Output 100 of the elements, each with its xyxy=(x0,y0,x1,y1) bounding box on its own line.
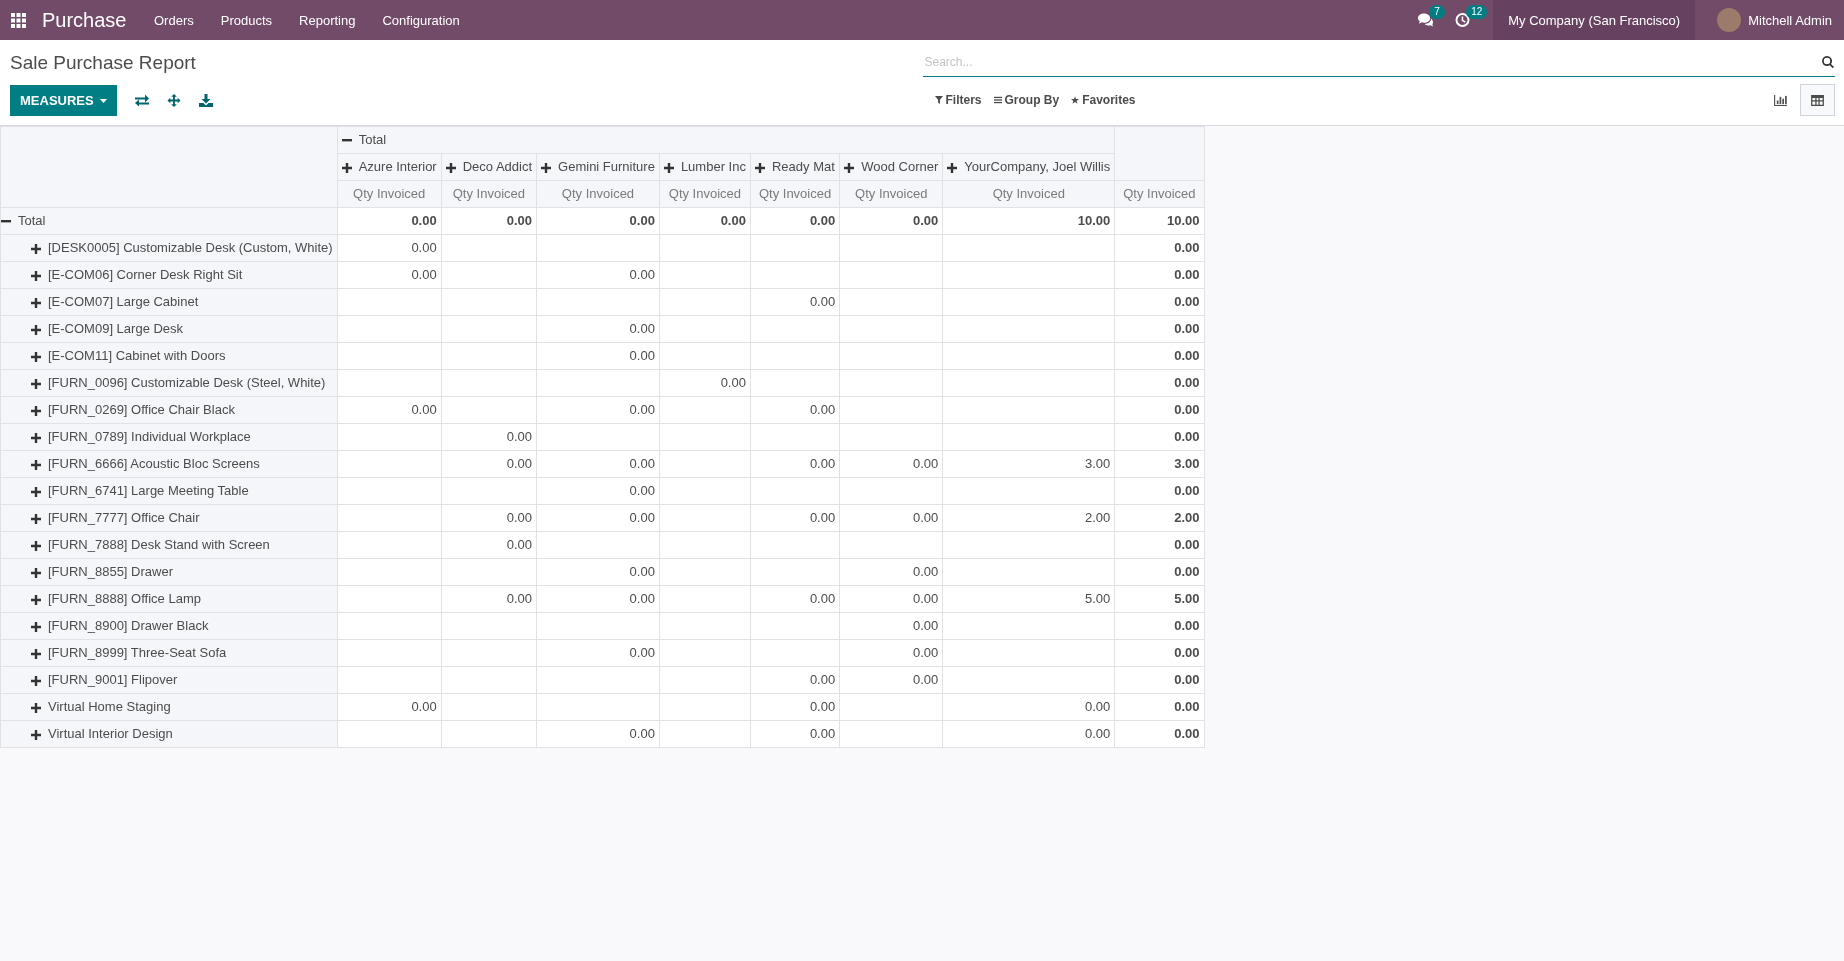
row-header[interactable]: [FURN_7888] Desk Stand with Screen xyxy=(0,531,338,559)
row-header[interactable]: [E-COM07] Large Cabinet xyxy=(0,288,338,316)
clock-icon[interactable] xyxy=(1455,13,1471,27)
column-header[interactable]: Wood Corner xyxy=(839,153,943,181)
table-cell: 0.00 xyxy=(337,693,442,721)
total-cell: 0.00 xyxy=(1114,693,1204,721)
message-count-badge: 7 xyxy=(1429,5,1445,19)
user-name[interactable]: Mitchell Admin xyxy=(1748,12,1832,28)
total-cell: 0.00 xyxy=(1114,369,1204,397)
menu-item[interactable]: Orders xyxy=(140,0,208,40)
table-cell: 0.00 xyxy=(337,207,442,235)
table-cell: 0.00 xyxy=(536,207,660,235)
row-header[interactable]: [FURN_8900] Drawer Black xyxy=(0,612,338,640)
row-header[interactable]: [E-COM11] Cabinet with Doors xyxy=(0,342,338,370)
row-header[interactable]: Virtual Home Staging xyxy=(0,693,338,721)
total-cell: 0.00 xyxy=(1114,315,1204,343)
search-icon[interactable] xyxy=(1822,56,1834,68)
total-cell: 10.00 xyxy=(1114,207,1204,235)
table-cell: 0.00 xyxy=(750,720,840,748)
table-cell: 0.00 xyxy=(536,477,660,505)
measure-header[interactable]: Qty Invoiced xyxy=(659,180,751,208)
pivot-view-button[interactable] xyxy=(1800,84,1835,116)
menu-item[interactable]: Reporting xyxy=(285,0,369,40)
measure-header[interactable]: Qty Invoiced xyxy=(337,180,442,208)
row-header[interactable]: [E-COM06] Corner Desk Right Sit xyxy=(0,261,338,289)
row-header[interactable]: [FURN_9001] Flipover xyxy=(0,666,338,694)
column-header[interactable]: Ready Mat xyxy=(750,153,840,181)
table-cell: 0.00 xyxy=(536,315,660,343)
company-switcher[interactable]: My Company (San Francisco) xyxy=(1493,0,1696,40)
measure-header[interactable]: Qty Invoiced xyxy=(441,180,537,208)
favorites-button[interactable]: Favorites xyxy=(1065,93,1142,107)
row-header[interactable]: [FURN_0269] Office Chair Black xyxy=(0,396,338,424)
table-cell: 0.00 xyxy=(750,450,840,478)
row-header[interactable]: [DESK0005] Customizable Desk (Custom, White) xyxy=(0,234,338,262)
app-name[interactable]: Purchase xyxy=(42,8,127,32)
table-cell: 0.00 xyxy=(441,207,537,235)
page-title: Sale Purchase Report xyxy=(10,52,196,73)
total-row-header[interactable]: Total xyxy=(0,207,338,235)
row-header[interactable]: [FURN_0096] Customizable Desk (Steel, White) xyxy=(0,369,338,397)
table-cell: 0.00 xyxy=(942,693,1115,721)
table-cell: 0.00 xyxy=(337,261,442,289)
measure-header[interactable]: Qty Invoiced xyxy=(1114,180,1204,208)
total-cell: 5.00 xyxy=(1114,585,1204,613)
measure-header[interactable]: Qty Invoiced xyxy=(750,180,840,208)
column-group-header[interactable]: Total xyxy=(337,126,1115,154)
table-cell: 0.00 xyxy=(337,396,442,424)
swap-arrows-icon[interactable] xyxy=(134,94,149,107)
search-field[interactable]: Search... xyxy=(922,51,1822,73)
column-header[interactable]: YourCompany, Joel Willis xyxy=(942,153,1115,181)
table-cell: 0.00 xyxy=(536,639,660,667)
activity-count-badge: 12 xyxy=(1466,5,1488,19)
total-cell: 0.00 xyxy=(1114,720,1204,748)
four-way-arrows-icon[interactable] xyxy=(166,94,181,107)
table-cell: 10.00 xyxy=(942,207,1115,235)
table-cell: 0.00 xyxy=(942,720,1115,748)
download-icon[interactable] xyxy=(198,94,213,107)
measure-header[interactable]: Qty Invoiced xyxy=(536,180,660,208)
column-header[interactable]: Lumber Inc xyxy=(659,153,751,181)
table-cell: 0.00 xyxy=(839,207,943,235)
row-header[interactable]: [FURN_7777] Office Chair xyxy=(0,504,338,532)
total-cell: 0.00 xyxy=(1114,612,1204,640)
column-header[interactable]: Gemini Furniture xyxy=(536,153,660,181)
table-cell: 0.00 xyxy=(839,558,943,586)
table-cell: 0.00 xyxy=(441,585,537,613)
table-cell: 0.00 xyxy=(536,504,660,532)
row-header[interactable]: [FURN_8888] Office Lamp xyxy=(0,585,338,613)
table-cell: 0.00 xyxy=(659,207,751,235)
column-header[interactable]: Azure Interior xyxy=(337,153,442,181)
table-cell: 0.00 xyxy=(750,666,840,694)
table-cell: 0.00 xyxy=(536,261,660,289)
table-cell: 0.00 xyxy=(839,504,943,532)
table-cell: 0.00 xyxy=(839,666,943,694)
total-cell: 3.00 xyxy=(1114,450,1204,478)
row-header[interactable]: [FURN_6666] Acoustic Bloc Screens xyxy=(0,450,338,478)
row-header[interactable]: [FURN_6741] Large Meeting Table xyxy=(0,477,338,505)
group-by-button[interactable]: Group By xyxy=(987,93,1066,107)
table-cell: 0.00 xyxy=(750,207,840,235)
column-header[interactable]: Deco Addict xyxy=(441,153,537,181)
list-icon xyxy=(993,96,1002,104)
table-icon xyxy=(1811,94,1824,106)
row-header[interactable]: [E-COM09] Large Desk xyxy=(0,315,338,343)
funnel-icon xyxy=(934,96,943,104)
total-cell: 0.00 xyxy=(1114,666,1204,694)
total-cell: 0.00 xyxy=(1114,261,1204,289)
row-header[interactable]: Virtual Interior Design xyxy=(0,720,338,748)
measure-header[interactable]: Qty Invoiced xyxy=(839,180,943,208)
table-cell: 0.00 xyxy=(839,639,943,667)
row-header[interactable]: [FURN_8855] Drawer xyxy=(0,558,338,586)
bar-chart-icon xyxy=(1774,94,1787,106)
row-header[interactable]: [FURN_0789] Individual Workplace xyxy=(0,423,338,451)
table-cell: 0.00 xyxy=(659,369,751,397)
row-header[interactable]: [FURN_8999] Three-Seat Sofa xyxy=(0,639,338,667)
apps-grid-icon[interactable] xyxy=(11,12,26,28)
menu-item[interactable]: Products xyxy=(207,0,286,40)
measure-header[interactable]: Qty Invoiced xyxy=(942,180,1115,208)
measures-button[interactable]: MEASURES xyxy=(10,85,117,116)
table-cell: 0.00 xyxy=(536,720,660,748)
menu-item[interactable]: Configuration xyxy=(368,0,474,40)
filters-button[interactable]: Filters xyxy=(928,93,988,107)
chat-icon[interactable] xyxy=(1418,13,1434,27)
